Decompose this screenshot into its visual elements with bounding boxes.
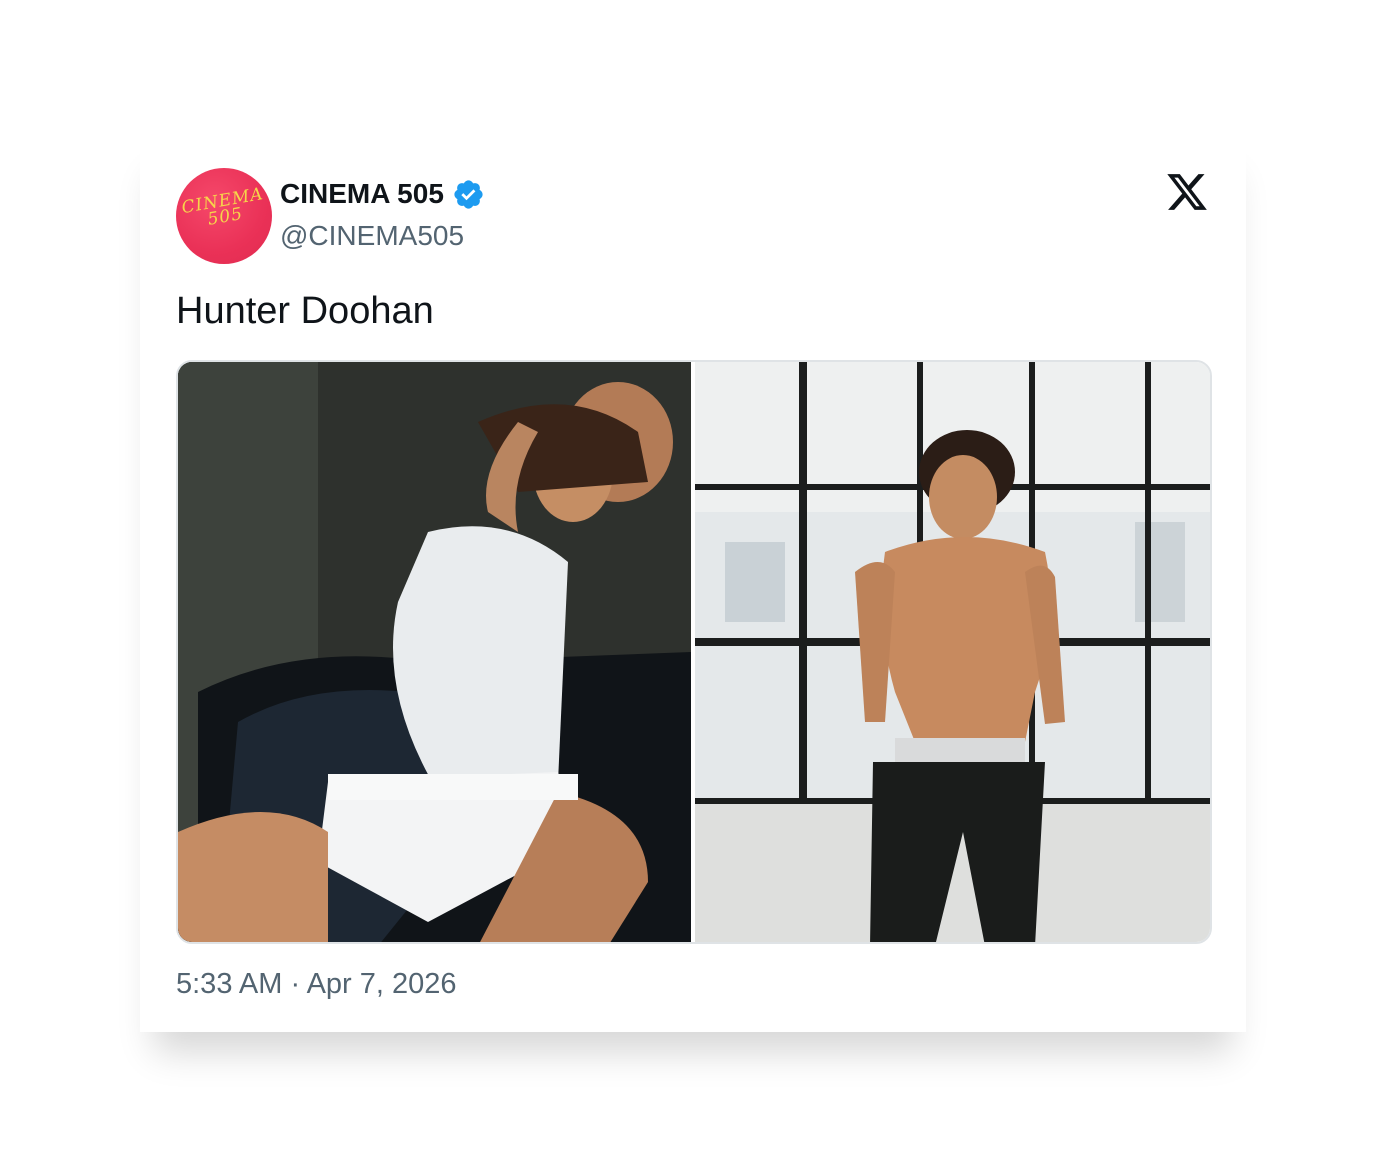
tweet-timestamp[interactable]: 5:33 AM · Apr 7, 2026 (176, 968, 457, 1001)
tweet-text: Hunter Doohan (176, 290, 434, 332)
avatar-logo: CINEMA 505 (180, 184, 266, 230)
display-name[interactable]: CINEMA 505 (280, 178, 444, 210)
avatar[interactable]: CINEMA 505 (176, 168, 272, 264)
account-handle[interactable]: @CINEMA505 (280, 220, 464, 252)
photo-right[interactable] (695, 362, 1210, 942)
name-row: CINEMA 505 (280, 176, 485, 212)
photo-left-image (178, 362, 691, 942)
verified-badge-icon (454, 179, 483, 209)
photo-right-image (695, 362, 1210, 942)
x-logo-icon[interactable] (1164, 170, 1210, 214)
media-grid (176, 360, 1212, 944)
photo-left[interactable] (178, 362, 691, 942)
